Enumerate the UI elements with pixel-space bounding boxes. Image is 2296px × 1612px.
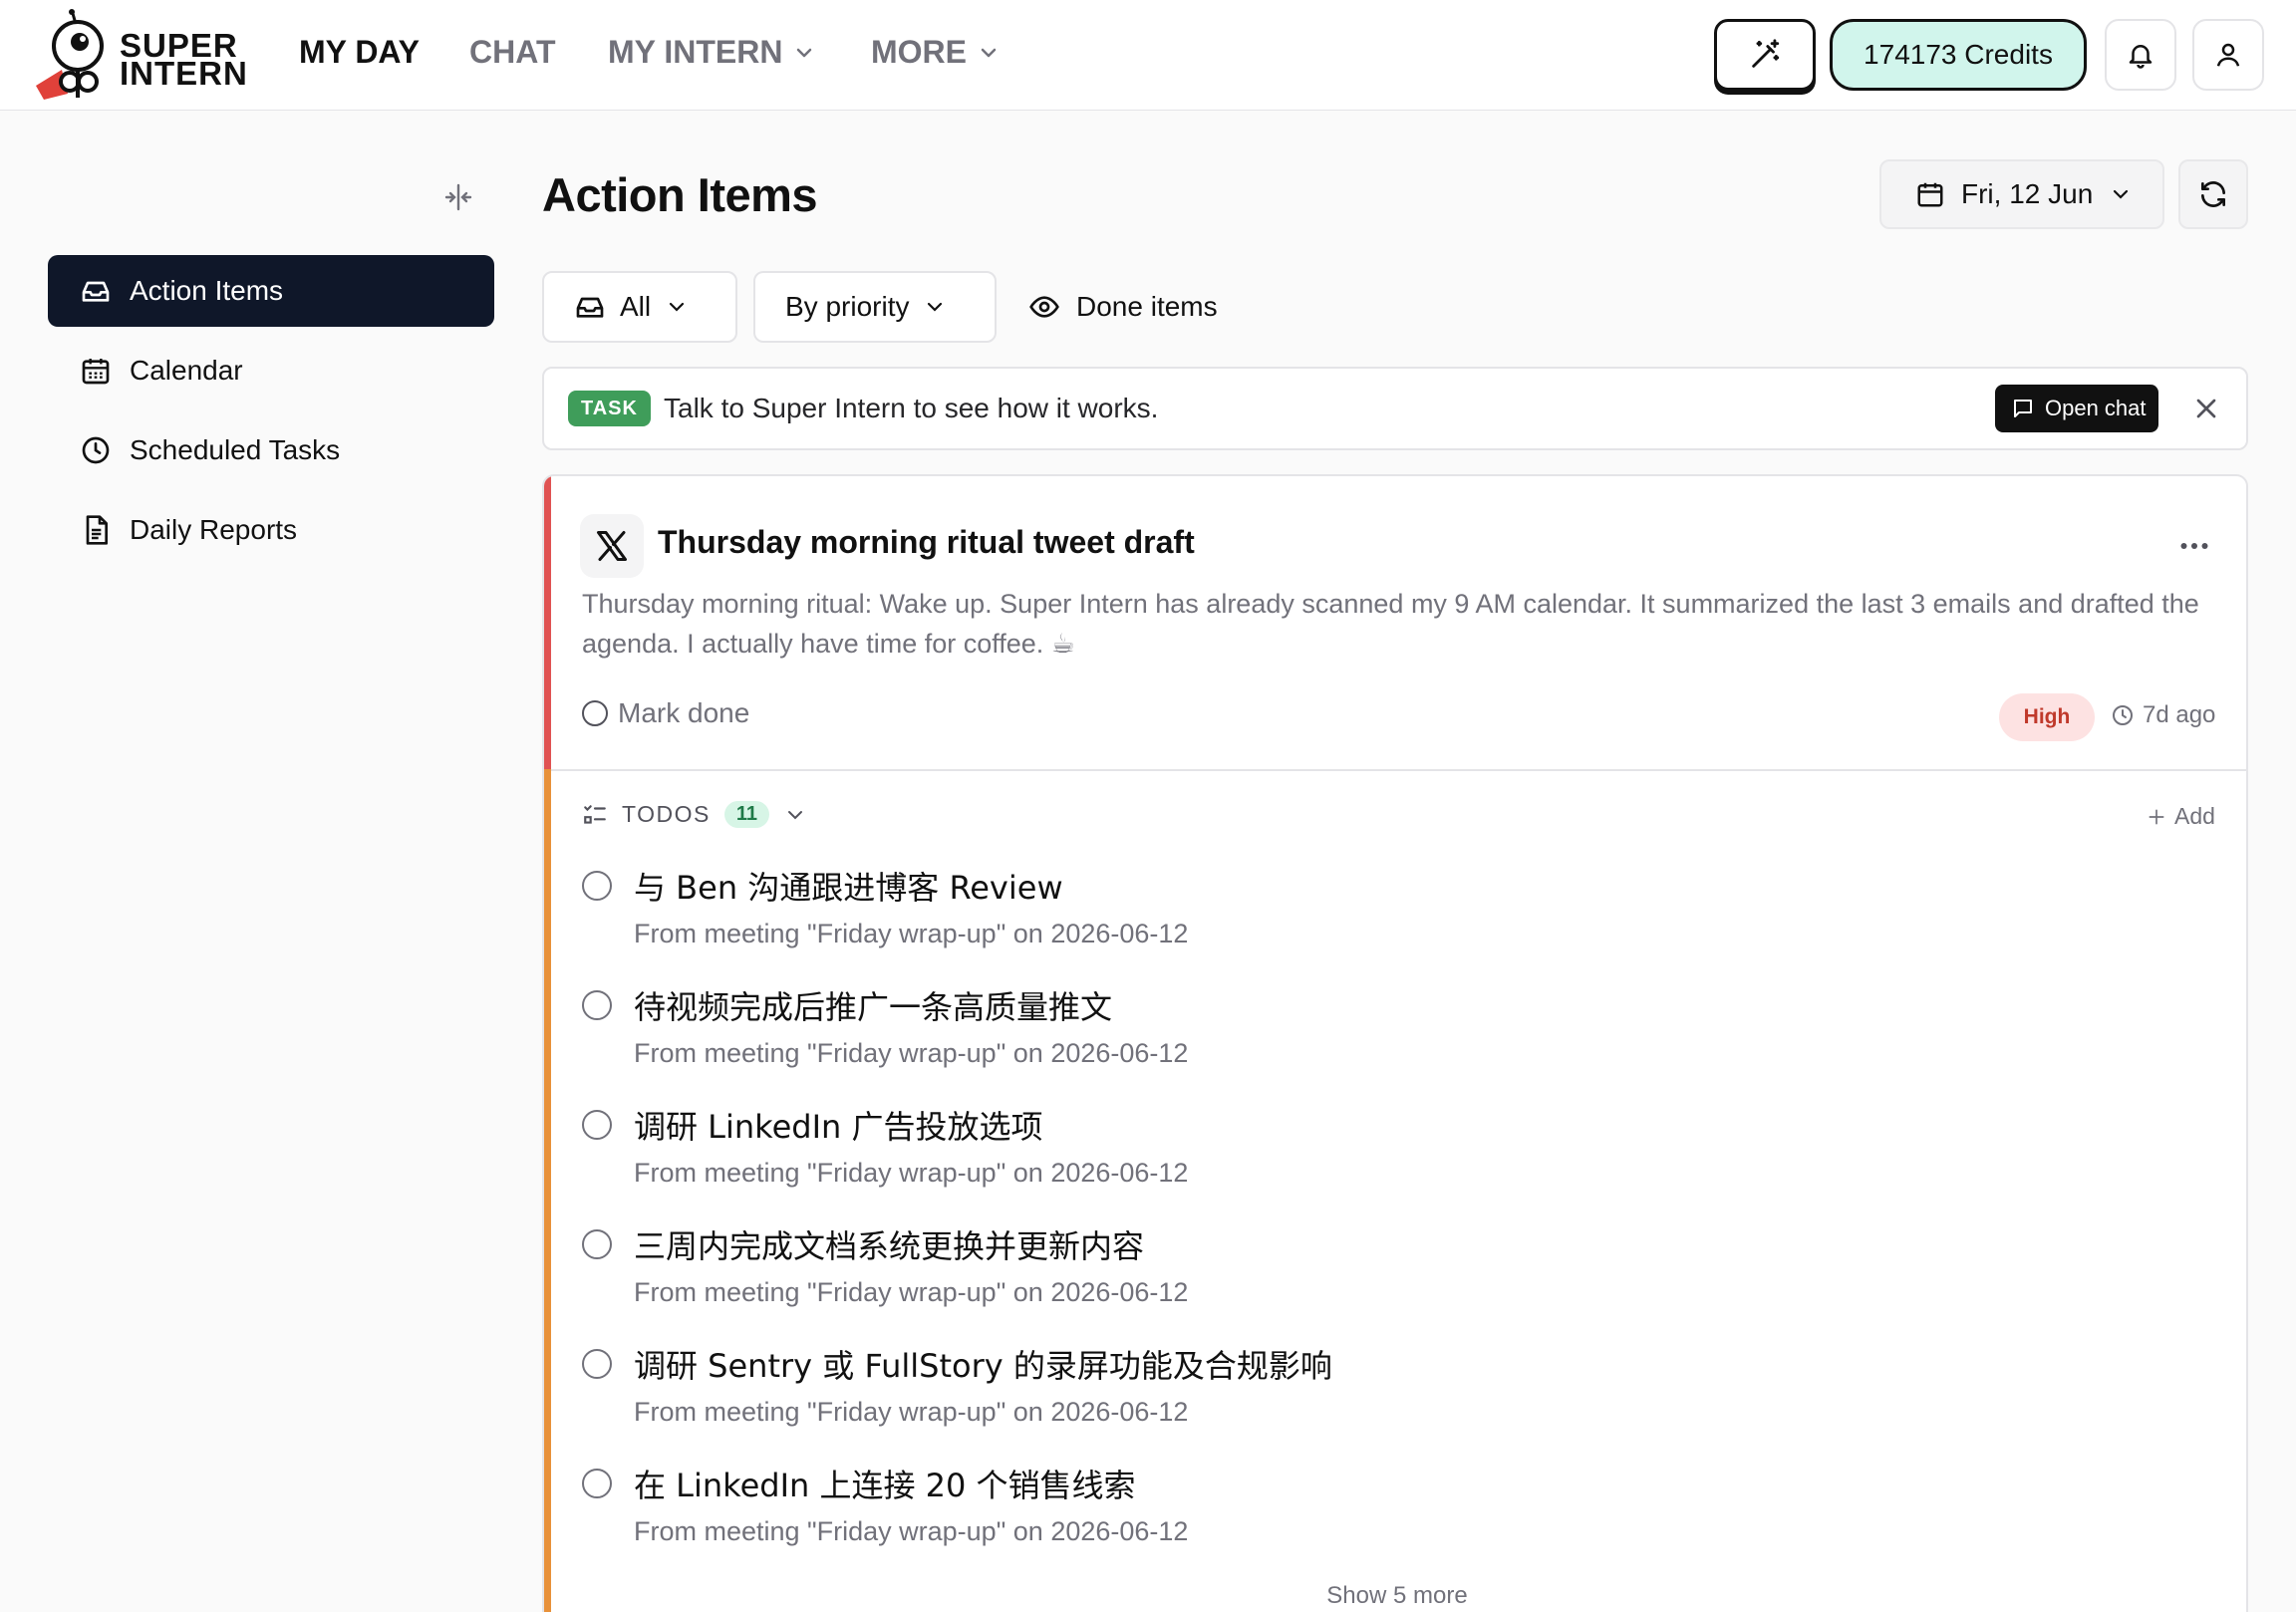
super-intern-logo[interactable]: SUPER INTERN (32, 8, 251, 104)
user-icon (2216, 43, 2240, 67)
close-icon[interactable] (2190, 393, 2222, 424)
todo-source: From meeting "Friday wrap-up" on 2026-06… (634, 1277, 1189, 1307)
add-todo-button[interactable]: Add (2147, 803, 2215, 830)
plus-icon (2149, 809, 2164, 824)
todo-source: From meeting "Friday wrap-up" on 2026-06… (634, 1158, 1189, 1188)
refresh-icon (2201, 181, 2225, 207)
task-banner: TASK Talk to Super Intern to see how it … (542, 367, 2248, 450)
checklist-icon (584, 804, 606, 824)
selected-date: Fri, 12 Jun (1961, 178, 2094, 209)
nav-more[interactable]: MORE (871, 34, 1001, 71)
nav-my-intern[interactable]: MY INTERN (608, 34, 816, 71)
todo-title[interactable]: 待视频完成后推广一条高质量推文 (634, 982, 1112, 1028)
nav-chat[interactable]: CHAT (469, 34, 556, 71)
todo-item: 三周内完成文档系统更换并更新内容 From meeting "Friday wr… (582, 1221, 2176, 1337)
inbox-icon (576, 297, 604, 318)
todo-item: 调研 Sentry 或 FullStory 的录屏功能及合规影响 From me… (582, 1341, 2176, 1457)
todo-checkbox[interactable] (582, 1469, 612, 1498)
todo-title[interactable]: 与 Ben 沟通跟进博客 Review (634, 863, 1063, 909)
profile-button[interactable] (2192, 19, 2264, 91)
brand-line-2: INTERN (120, 55, 248, 92)
todo-item: 待视频完成后推广一条高质量推文 From meeting "Friday wra… (582, 982, 2176, 1098)
card-title[interactable]: Thursday morning ritual tweet draft (658, 524, 1195, 561)
page-title: Action Items (542, 168, 818, 221)
todo-item: 调研 LinkedIn 广告投放选项 From meeting "Friday … (582, 1102, 2176, 1217)
nav-my-day[interactable]: MY DAY (299, 34, 420, 71)
todo-source: From meeting "Friday wrap-up" on 2026-06… (634, 1397, 1189, 1427)
age-label: 7d ago (2111, 701, 2215, 729)
card-divider (551, 769, 2246, 771)
top-header: SUPER INTERN MY DAY CHAT MY INTERN MORE … (0, 0, 2296, 111)
circle-icon (582, 700, 608, 726)
chevron-down-icon (981, 48, 997, 57)
collapse-sidebar-icon[interactable] (442, 181, 474, 213)
chat-bubble-icon (2014, 400, 2032, 417)
todo-title[interactable]: 在 LinkedIn 上连接 20 个销售线索 (634, 1461, 1136, 1506)
todo-title[interactable]: 调研 LinkedIn 广告投放选项 (634, 1102, 1042, 1148)
bell-icon (2129, 45, 2152, 69)
action-item-card: Thursday morning ritual tweet draft Thur… (542, 474, 2248, 1612)
calendar-icon (82, 359, 110, 385)
eye-icon (1029, 296, 1059, 318)
todo-source: From meeting "Friday wrap-up" on 2026-06… (634, 919, 1189, 948)
wand-sparkles-icon (1752, 39, 1780, 68)
open-chat-button[interactable]: Open chat (1995, 385, 2158, 432)
sidebar-item-daily-reports[interactable]: Daily Reports (48, 494, 494, 566)
banner-text: Talk to Super Intern to see how it works… (664, 393, 1159, 423)
date-picker[interactable]: Fri, 12 Jun (1879, 159, 2164, 229)
task-tag: TASK (568, 391, 651, 426)
sort-dropdown[interactable]: By priority (753, 271, 997, 343)
calendar-icon (1917, 182, 1943, 207)
scope-filter-dropdown[interactable]: All (542, 271, 737, 343)
todos-count-badge: 11 (723, 801, 770, 828)
more-options-icon[interactable] (2176, 528, 2212, 564)
todo-item: 与 Ben 沟通跟进博客 Review From meeting "Friday… (582, 863, 2176, 978)
todo-checkbox[interactable] (582, 871, 612, 901)
document-icon (86, 515, 108, 545)
todo-checkbox[interactable] (582, 1110, 612, 1140)
show-more-link[interactable]: Show 5 more (544, 1582, 2246, 1610)
card-description: Thursday morning ritual: Wake up. Super … (582, 589, 2199, 659)
todo-title[interactable]: 调研 Sentry 或 FullStory 的录屏功能及合规影响 (634, 1341, 1332, 1387)
robot-mascot-icon (36, 9, 104, 100)
inbox-icon (82, 281, 110, 302)
todo-item: 在 LinkedIn 上连接 20 个销售线索 From meeting "Fr… (582, 1461, 2176, 1576)
priority-accent-bar (544, 476, 551, 769)
x-twitter-icon (580, 514, 644, 578)
chevron-down-icon (797, 48, 812, 57)
sidebar-item-scheduled-tasks[interactable]: Scheduled Tasks (48, 414, 494, 486)
todo-checkbox[interactable] (582, 1229, 612, 1259)
done-items-toggle[interactable]: Done items (1028, 271, 1218, 343)
priority-badge: High (1999, 693, 2095, 741)
chevron-down-icon (670, 302, 685, 312)
sidebar-item-calendar[interactable]: Calendar (48, 335, 494, 406)
mark-done-button[interactable]: Mark done (582, 697, 749, 729)
chevron-down-icon (928, 302, 943, 312)
todos-header[interactable]: TODOS 11 (582, 801, 807, 828)
magic-wand-button[interactable] (1714, 19, 1816, 91)
todo-source: From meeting "Friday wrap-up" on 2026-06… (634, 1516, 1189, 1546)
todo-checkbox[interactable] (582, 990, 612, 1020)
clock-icon (82, 436, 110, 464)
credits-button[interactable]: 174173 Credits (1830, 19, 2087, 91)
todo-checkbox[interactable] (582, 1349, 612, 1379)
todo-title[interactable]: 三周内完成文档系统更换并更新内容 (634, 1221, 1144, 1267)
clock-icon (2113, 705, 2133, 725)
todo-source: From meeting "Friday wrap-up" on 2026-06… (634, 1038, 1189, 1068)
chevron-down-icon (2114, 189, 2129, 199)
refresh-button[interactable] (2178, 159, 2248, 229)
chevron-down-icon (788, 810, 803, 819)
sidebar-item-action-items[interactable]: Action Items (48, 255, 494, 327)
todos-accent-bar (544, 769, 551, 1612)
notifications-button[interactable] (2105, 19, 2176, 91)
